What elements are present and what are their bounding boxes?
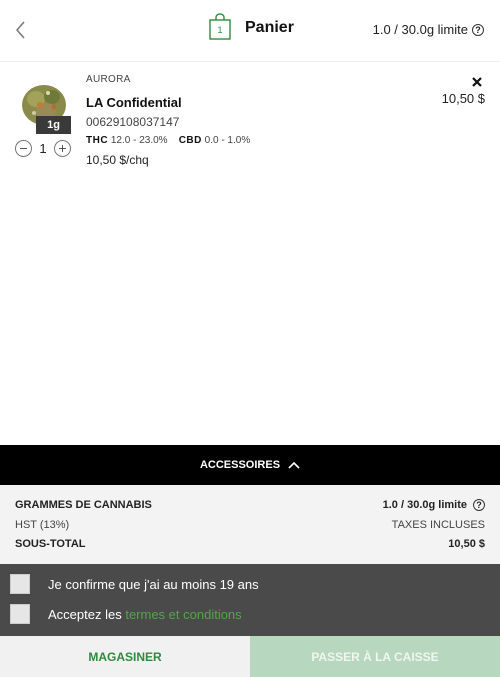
help-circle-icon[interactable]: ? (473, 499, 485, 511)
cbd-label: CBD (178, 135, 202, 146)
unit-price: 10,50 $/chq (86, 153, 149, 167)
chevron-left-icon (16, 21, 25, 39)
help-circle-icon[interactable]: ? (472, 23, 484, 36)
terms-link[interactable]: termes et conditions (125, 607, 241, 622)
accessories-toggle[interactable]: ACCESSOIRES (0, 445, 500, 485)
thc-label: THC (86, 135, 109, 146)
accessories-label: ACCESSOIRES (199, 459, 281, 471)
line-price: 10,50 $ (441, 91, 485, 106)
cbd-value: 0.0 - 1.0% (204, 135, 251, 146)
gram-limit: 1.0 / 30.0g limite ? (373, 22, 484, 37)
plus-circle-icon[interactable] (54, 140, 71, 157)
chevron-up-icon (288, 461, 300, 469)
shopping-bag-icon: 1 (208, 13, 232, 41)
close-icon (472, 77, 482, 87)
grams-value: 1.0 / 30.0g limite (382, 499, 467, 511)
subtotal-label: SOUS-TOTAL (15, 538, 86, 550)
tax-label: HST (13%) (15, 519, 70, 531)
order-summary: GRAMMES DE CANNABIS 1.0 / 30.0g limite ?… (0, 485, 500, 564)
remove-item-button[interactable] (471, 75, 483, 87)
summary-row-tax: HST (13%) TAXES INCLUSES (15, 519, 485, 531)
product-name[interactable]: LA Confidential (86, 95, 182, 110)
age-confirmation: Je confirme que j'ai au moins 19 ans (10, 574, 259, 594)
checkout-button[interactable]: PASSER À LA CAISSE (250, 636, 500, 677)
product-brand: AURORA (86, 74, 131, 85)
cart-count: 1 (217, 25, 223, 35)
shop-button[interactable]: MAGASINER (0, 636, 250, 677)
page-title: Panier (245, 19, 294, 36)
quantity-stepper: 1 (15, 140, 71, 157)
cart-header: 1 Panier 1.0 / 30.0g limite ? (0, 0, 500, 62)
minus-circle-icon[interactable] (15, 140, 32, 157)
cart-item: 1g 1 AURORA LA Confidential 006291080371… (0, 63, 500, 173)
terms-prefix: Acceptez les (48, 606, 122, 622)
subtotal-value: 10,50 $ (448, 538, 485, 550)
age-label: Je confirme que j'ai au moins 19 ans (48, 576, 259, 592)
product-sku: 00629108037147 (86, 115, 180, 129)
size-badge: 1g (36, 116, 71, 134)
potency-info: THC 12.0 - 23.0% CBD 0.0 - 1.0% (86, 135, 250, 146)
terms-text: Acceptez les termes et conditions (48, 607, 242, 622)
thc-value: 12.0 - 23.0% (110, 135, 168, 146)
age-checkbox[interactable] (10, 574, 30, 594)
back-button[interactable] (12, 19, 30, 41)
summary-row-grams: GRAMMES DE CANNABIS 1.0 / 30.0g limite ? (15, 499, 485, 511)
tax-value: TAXES INCLUSES (391, 519, 485, 531)
terms-confirmation: Acceptez les termes et conditions (10, 604, 242, 624)
grams-value-wrap: 1.0 / 30.0g limite ? (383, 499, 485, 511)
gram-limit-text: 1.0 / 30.0g limite (372, 22, 468, 37)
grams-label: GRAMMES DE CANNABIS (15, 499, 152, 511)
cart-footer: MAGASINER PASSER À LA CAISSE (0, 636, 500, 677)
quantity-value: 1 (39, 141, 47, 156)
summary-row-subtotal: SOUS-TOTAL 10,50 $ (15, 538, 485, 550)
terms-checkbox[interactable] (10, 604, 30, 624)
confirmation-panel: Je confirme que j'ai au moins 19 ans Acc… (0, 564, 500, 636)
